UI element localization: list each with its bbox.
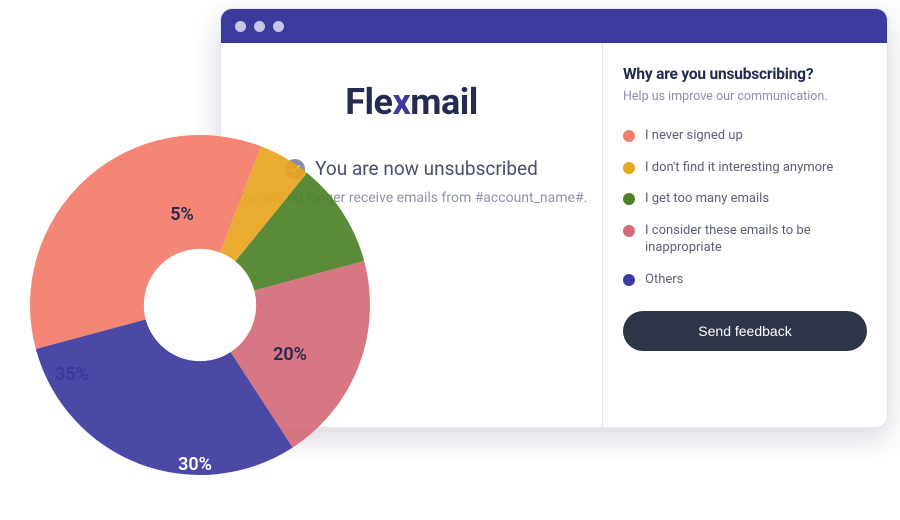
option-bullet-icon <box>623 162 635 174</box>
brand-logo: Flexmail <box>345 81 478 123</box>
chart-slice-label: 5% <box>170 204 194 225</box>
logo-text-post: mail <box>410 81 478 123</box>
feedback-option[interactable]: Others <box>623 264 867 296</box>
option-label: I don't find it interesting anymore <box>645 159 833 177</box>
feedback-option[interactable]: I consider these emails to be inappropri… <box>623 215 867 264</box>
panel-title: Why are you unsubscribing? <box>623 65 867 83</box>
option-bullet-icon <box>623 225 635 237</box>
option-bullet-icon <box>623 274 635 286</box>
option-label: I never signed up <box>645 127 743 145</box>
feedback-panel: Why are you unsubscribing? Help us impro… <box>602 43 887 427</box>
window-titlebar <box>221 9 887 43</box>
option-label: I get too many emails <box>645 190 769 208</box>
window-control-dot[interactable] <box>254 21 265 32</box>
window-control-dot[interactable] <box>273 21 284 32</box>
chart-inner-hole <box>144 249 256 361</box>
feedback-option[interactable]: I get too many emails <box>623 183 867 215</box>
option-bullet-icon <box>623 130 635 142</box>
feedback-options: I never signed up I don't find it interes… <box>623 120 867 295</box>
logo-text-x: x <box>392 81 410 123</box>
option-bullet-icon <box>623 193 635 205</box>
option-label: Others <box>645 271 683 289</box>
chart-slice-label: 20% <box>273 344 307 365</box>
feedback-option[interactable]: I never signed up <box>623 120 867 152</box>
feedback-option[interactable]: I don't find it interesting anymore <box>623 152 867 184</box>
logo-text-pre: Fle <box>345 81 392 123</box>
panel-help: Help us improve our communication. <box>623 89 867 104</box>
send-feedback-button[interactable]: Send feedback <box>623 311 867 351</box>
chart-slice-label: 30% <box>178 454 212 475</box>
unsubscribe-reasons-chart: 35%5%10%20%30% <box>0 120 400 520</box>
window-control-dot[interactable] <box>235 21 246 32</box>
option-label: I consider these emails to be inappropri… <box>645 222 867 257</box>
